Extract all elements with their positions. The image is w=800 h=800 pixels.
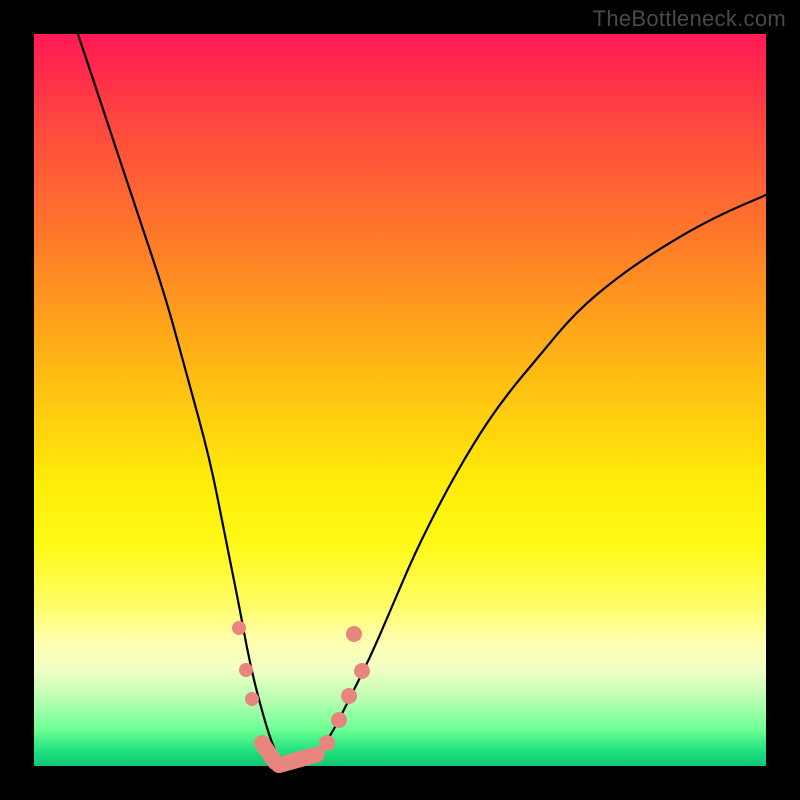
watermark-text: TheBottleneck.com (593, 6, 786, 32)
plot-area (34, 34, 766, 766)
curve-marker-dot (346, 626, 362, 642)
marker-layer (34, 34, 766, 766)
curve-marker-dot (239, 663, 253, 677)
curve-marker-dot (331, 712, 347, 728)
curve-marker-dot (245, 692, 259, 706)
curve-marker-capsule (269, 744, 326, 774)
curve-marker-dot (354, 663, 370, 679)
curve-marker-dot (319, 735, 335, 751)
curve-marker-dot (341, 688, 357, 704)
curve-marker-dot (232, 621, 246, 635)
chart-frame: TheBottleneck.com (0, 0, 800, 800)
